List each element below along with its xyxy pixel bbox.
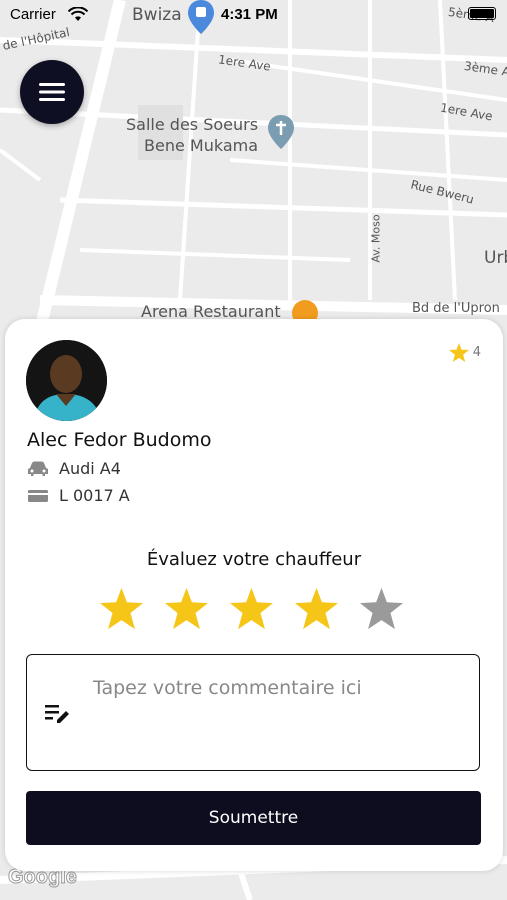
status-bar: Carrier 4:31 PM xyxy=(0,0,507,30)
car-model-row: Audi A4 xyxy=(27,459,121,478)
church-pin-icon xyxy=(268,115,294,149)
comment-field-container xyxy=(26,654,480,771)
rating-star-icon[interactable] xyxy=(360,587,403,630)
plate-row: L 0017 A xyxy=(27,486,130,505)
star-rating[interactable] xyxy=(100,587,403,630)
driver-avatar xyxy=(26,340,107,421)
rating-star-icon[interactable] xyxy=(165,587,208,630)
wifi-icon xyxy=(67,6,89,26)
carrier-label: Carrier xyxy=(10,6,56,23)
map-label-salle-2: Bene Mukama xyxy=(144,136,259,155)
map-label-salle: Salle des Soeurs xyxy=(126,115,259,134)
driver-rating-card: 4 Alec Fedor Budomo Audi A4 L 0017 A Éva… xyxy=(5,319,503,871)
car-icon xyxy=(28,461,48,476)
license-plate-icon xyxy=(28,489,48,502)
star-icon xyxy=(448,343,469,362)
license-plate: L 0017 A xyxy=(59,486,130,505)
comment-input[interactable] xyxy=(91,675,465,739)
map-label-urb: Urb xyxy=(484,248,507,268)
rating-star-icon[interactable] xyxy=(295,587,338,630)
edit-note-icon xyxy=(45,705,69,723)
battery-icon xyxy=(468,7,496,20)
driver-rating-value: 4 xyxy=(472,345,481,360)
submit-button[interactable]: Soumettre xyxy=(26,791,481,845)
car-model: Audi A4 xyxy=(59,459,121,478)
rating-prompt: Évaluez votre chauffeur xyxy=(146,549,362,570)
map-label-av-moso: Av. Moso xyxy=(369,214,383,263)
map-label-bd-upron: Bd de l'Upron xyxy=(412,301,500,316)
rating-star-icon[interactable] xyxy=(230,587,273,630)
rating-star-icon[interactable] xyxy=(100,587,143,630)
clock-label: 4:31 PM xyxy=(221,6,278,23)
menu-icon xyxy=(39,83,65,101)
driver-name: Alec Fedor Budomo xyxy=(27,429,212,451)
menu-button[interactable] xyxy=(20,60,84,124)
driver-rating-badge: 4 xyxy=(448,343,481,362)
